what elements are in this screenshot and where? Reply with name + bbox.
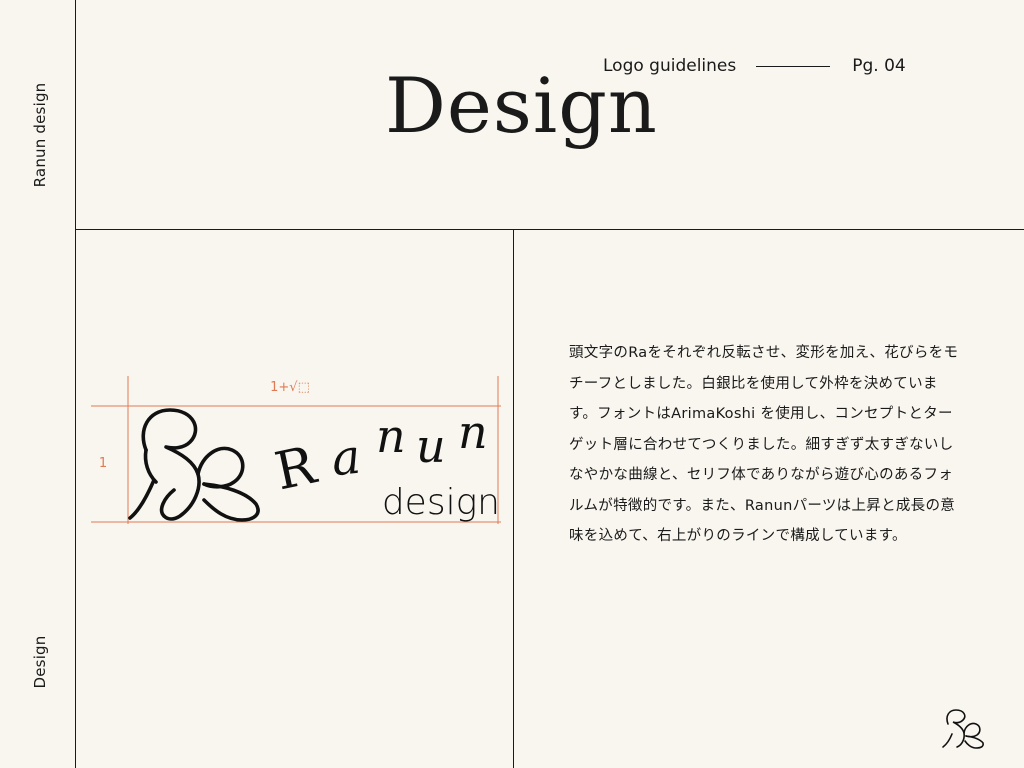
page-title: Design	[385, 61, 658, 150]
logo-construction-svg: 1+√⬚ 1 R a n u n design	[91, 376, 501, 524]
content-divider	[513, 229, 514, 768]
page-number: Pg. 04	[852, 56, 906, 76]
logo-symbol	[128, 408, 260, 522]
logo-sub-wordmark: design	[382, 482, 500, 523]
ratio-height-label: 1	[99, 456, 107, 471]
ratio-width-label: 1+√⬚	[270, 380, 310, 395]
monogram-icon	[942, 709, 984, 749]
wordmark-letter-a: a	[329, 429, 363, 488]
sidebar-brand-label: Ranun design	[31, 82, 49, 188]
wordmark-letter-n2: n	[458, 405, 488, 459]
monogram-mark	[940, 706, 988, 754]
logo-description: 頭文字のRaをそれぞれ反転させ、変形を加え、花びらをモチーフとしました。白銀比を…	[569, 345, 959, 544]
wordmark-letter-r: R	[270, 435, 323, 502]
wordmark-letter-u: u	[416, 419, 446, 473]
sidebar-divider	[75, 0, 76, 768]
wordmark-letter-n: n	[376, 409, 406, 463]
header-rule	[756, 65, 831, 67]
sidebar-section-label: Design	[31, 635, 49, 689]
header-divider	[75, 229, 1024, 230]
logo-construction-figure: 1+√⬚ 1 R a n u n design	[86, 370, 506, 534]
